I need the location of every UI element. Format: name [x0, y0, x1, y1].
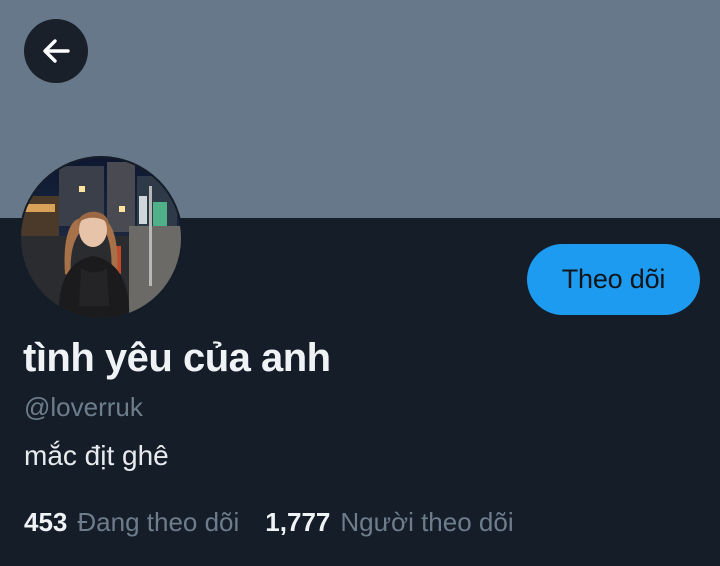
profile-page: Theo dõi tình yêu của anh @loverruk mắc … [0, 0, 720, 566]
follow-button[interactable]: Theo dõi [527, 244, 700, 315]
back-button[interactable] [24, 19, 88, 83]
following-link[interactable]: 453 Đang theo dõi [24, 507, 239, 538]
profile-bio: mắc địt ghê [24, 440, 169, 471]
avatar-photo [19, 156, 183, 320]
arrow-left-icon [38, 33, 74, 69]
following-count: 453 [24, 507, 68, 537]
followers-link[interactable]: 1,777 Người theo dõi [265, 507, 513, 538]
avatar[interactable] [19, 156, 183, 320]
followers-count: 1,777 [265, 507, 331, 537]
user-handle: @loverruk [24, 392, 143, 422]
profile-stats: 453 Đang theo dõi 1,777 Người theo dõi [24, 507, 514, 538]
following-label: Đang theo dõi [77, 507, 240, 537]
display-name: tình yêu của anh [23, 336, 331, 380]
followers-label: Người theo dõi [340, 507, 514, 537]
